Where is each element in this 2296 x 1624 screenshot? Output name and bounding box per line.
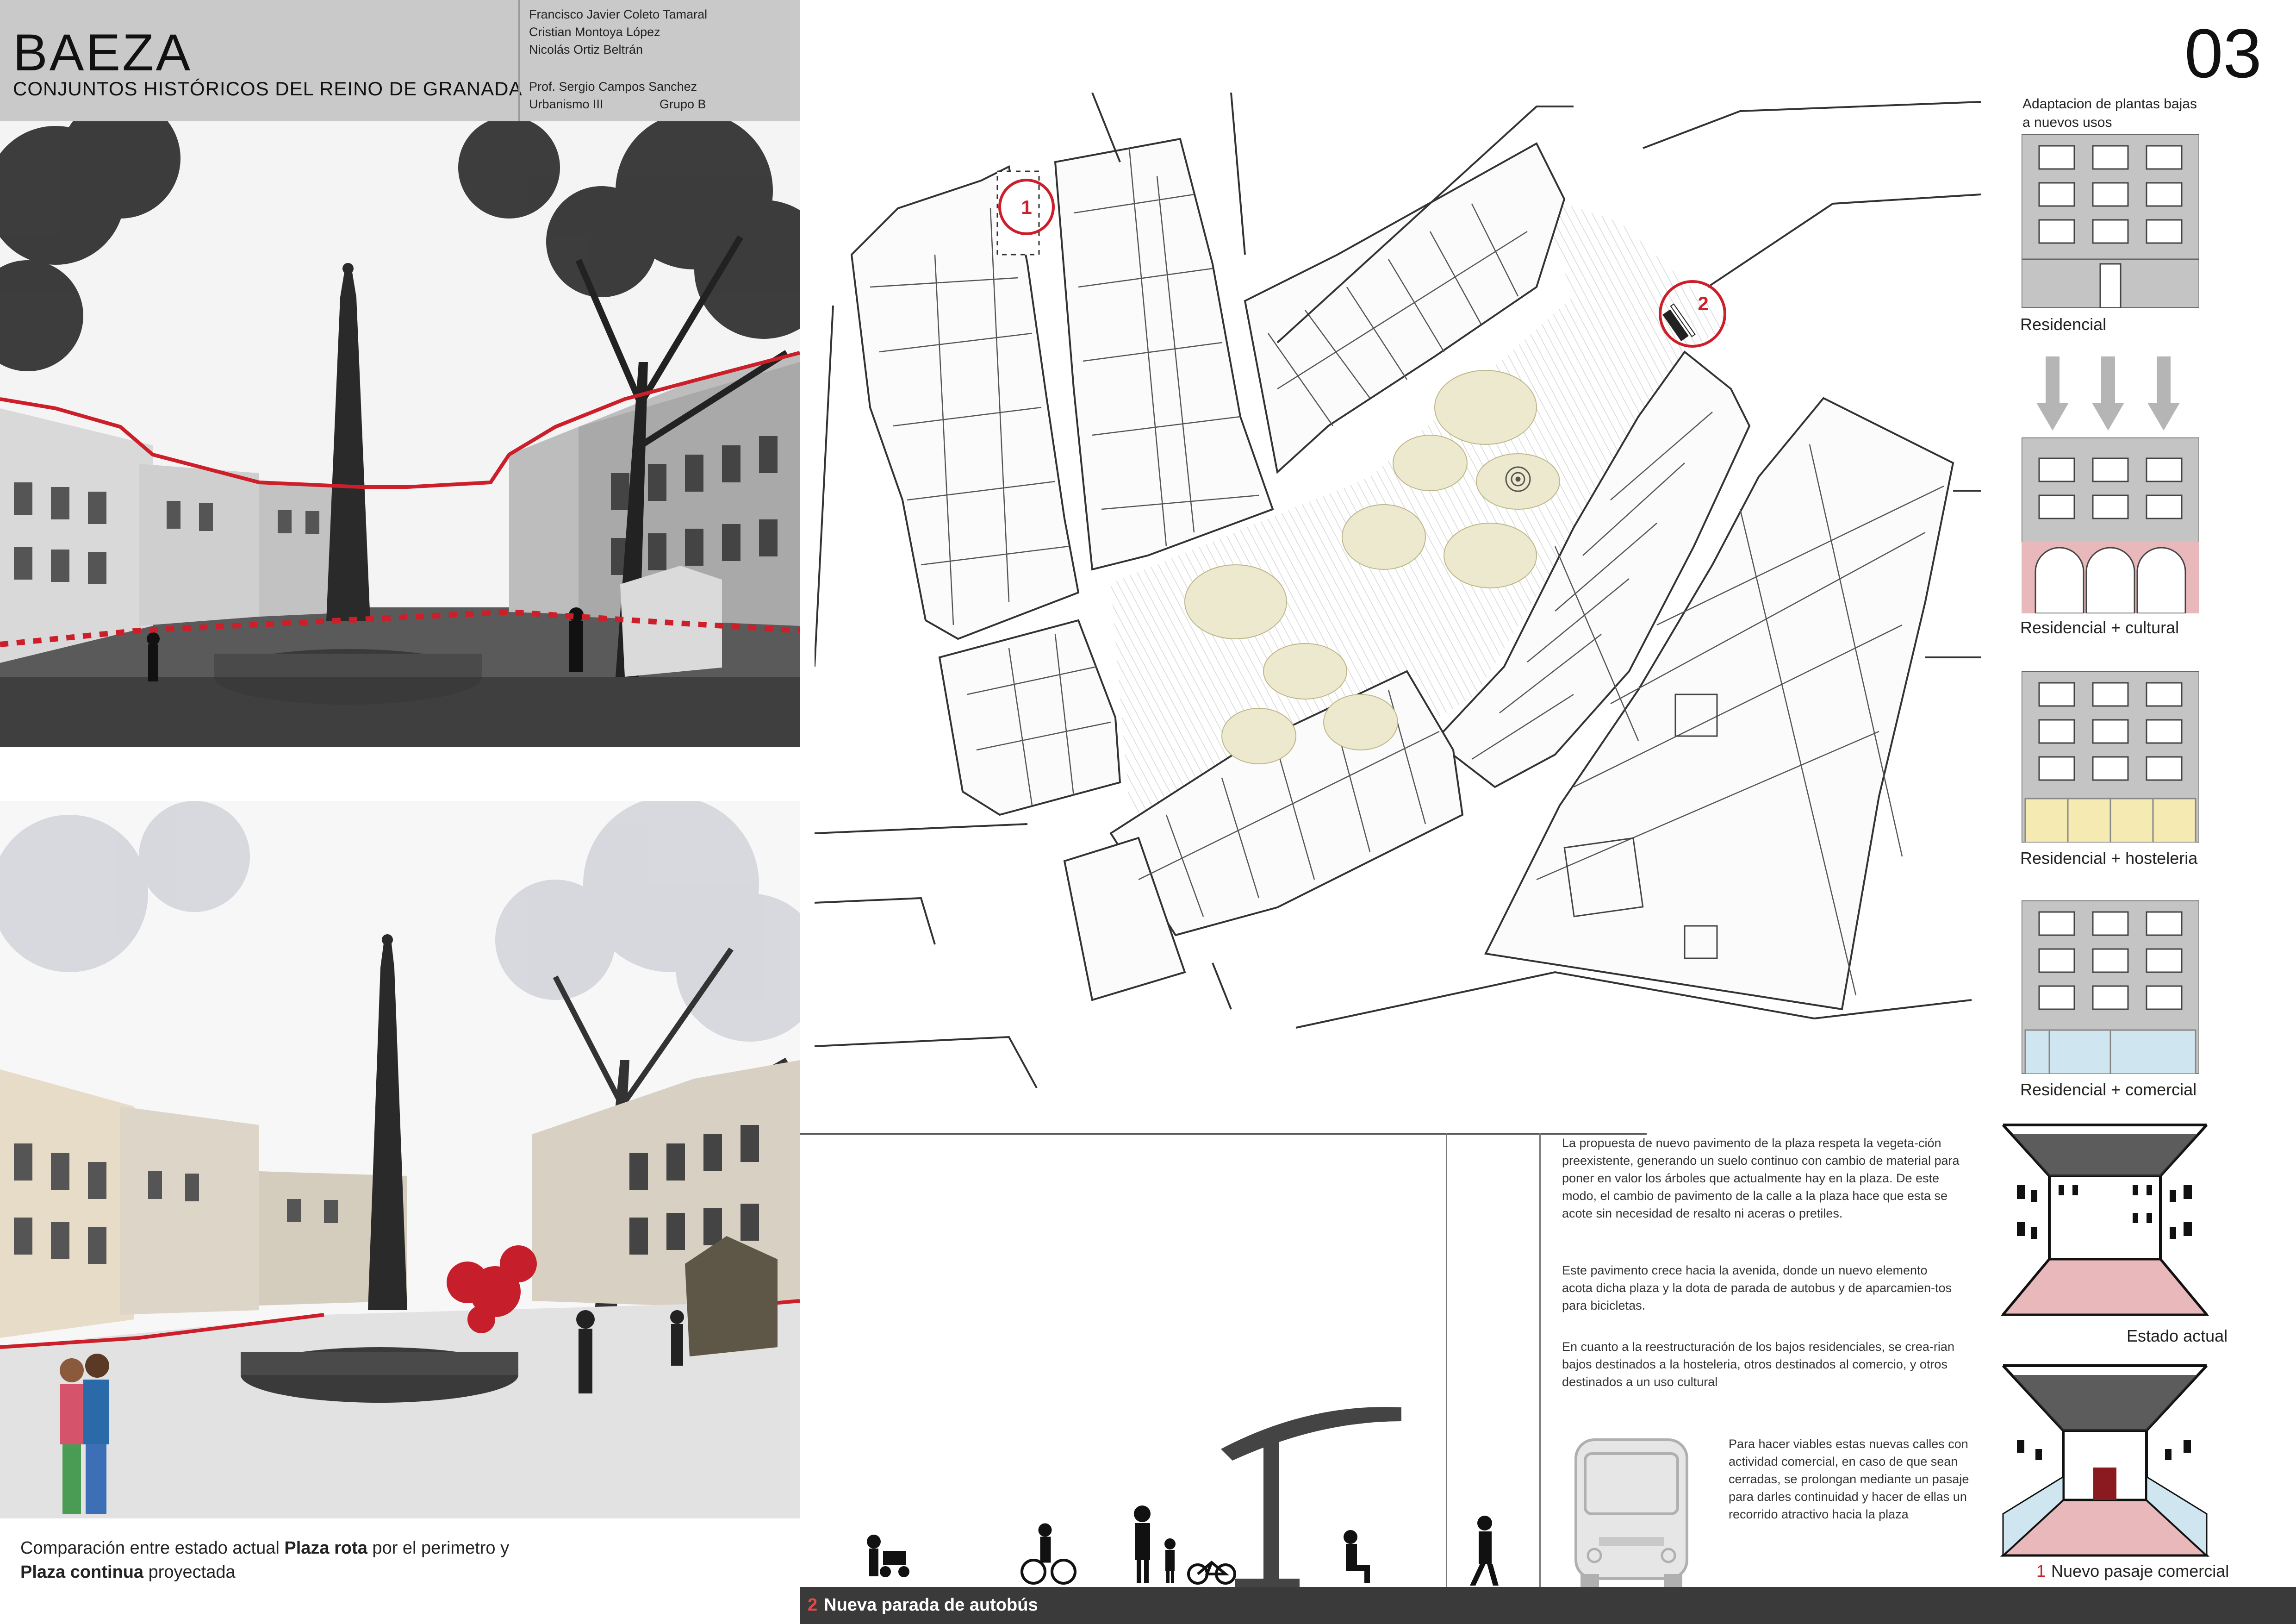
description-paragraph: Este pavimento crece hacia la avenida, d… (1562, 1263, 1952, 1312)
group-name: Grupo B (660, 97, 706, 111)
page-title: BAEZA (13, 24, 193, 81)
sketch-label: Nuevo pasaje comercial (2051, 1562, 2229, 1580)
professor-name: Prof. Sergio Campos Sanchez (529, 80, 697, 94)
caption-bold: Plaza continua (20, 1562, 144, 1582)
adaptation-title-line: a nuevos usos (2022, 115, 2112, 130)
header-divider (518, 0, 520, 121)
facade-label: Residencial + comercial (2020, 1080, 2197, 1099)
facade-residencial-hosteleria (2021, 670, 2200, 843)
author-name: Nicolás Ortiz Beltrán (529, 43, 643, 56)
caption-bold: Plaza rota (284, 1538, 367, 1558)
sketch-new-passage (1998, 1361, 2211, 1560)
author-name: Francisco Javier Coleto Tamaral (529, 7, 708, 21)
bus-stop-section (800, 1384, 1540, 1588)
caption-text: por el perimetro y (367, 1538, 510, 1558)
sketch-current-state (1998, 1120, 2211, 1324)
caption-text: Comparación entre estado actual (20, 1538, 285, 1558)
plan-marker-2-label: 2 (1698, 293, 1708, 314)
description-paragraph: En cuanto a la reestructuración de los b… (1562, 1340, 1954, 1389)
plan-marker-1-label: 1 (1021, 196, 1032, 218)
bus-stop-label: Nueva parada de autobús (824, 1595, 1038, 1615)
photo-caption: Comparación entre estado actual Plaza ro… (20, 1536, 509, 1584)
description-paragraph: Para hacer viables estas nuevas calles c… (1729, 1437, 1969, 1521)
bus-front-icon (1571, 1435, 1692, 1588)
sketch-label: Estado actual (2127, 1326, 2228, 1345)
facade-residencial (2021, 133, 2200, 309)
facade-label: Residencial + cultural (2020, 618, 2179, 637)
facade-label: Residencial + hosteleria (2020, 849, 2198, 868)
sheet-number: 03 (2184, 14, 2262, 92)
adaptation-title-line: Adaptacion de plantas bajas (2022, 96, 2197, 112)
facade-residencial-cultural (2021, 437, 2200, 614)
section-frame-line (800, 1133, 1647, 1135)
author-name: Cristian Montoya López (529, 25, 660, 39)
adaptation-title: Adaptacion de plantas bajas a nuevos uso… (2022, 95, 2197, 132)
sketch-label-group: 1 Nuevo pasaje comercial (2036, 1562, 2229, 1581)
urban-plan: 1 2 (814, 92, 1981, 1088)
bus-stop-number: 2 (808, 1595, 818, 1615)
bus-stop-title: 2 Nueva parada de autobús (808, 1595, 1038, 1615)
course-name: Urbanismo III (529, 97, 604, 111)
author-list: Francisco Javier Coleto Tamaral Cristian… (529, 6, 707, 58)
photo-projected-state (0, 801, 800, 1518)
page-subtitle: CONJUNTOS HISTÓRICOS DEL REINO DE GRANAD… (13, 78, 523, 100)
down-arrows (2036, 356, 2184, 431)
description-paragraph: La propuesta de nuevo pavimento de la pl… (1562, 1136, 1960, 1220)
caption-text: proyectada (143, 1562, 236, 1582)
facade-label: Residencial (2020, 315, 2107, 334)
sketch-number: 1 (2036, 1562, 2046, 1580)
photo-current-state (0, 121, 800, 747)
facade-residencial-comercial (2021, 899, 2200, 1075)
